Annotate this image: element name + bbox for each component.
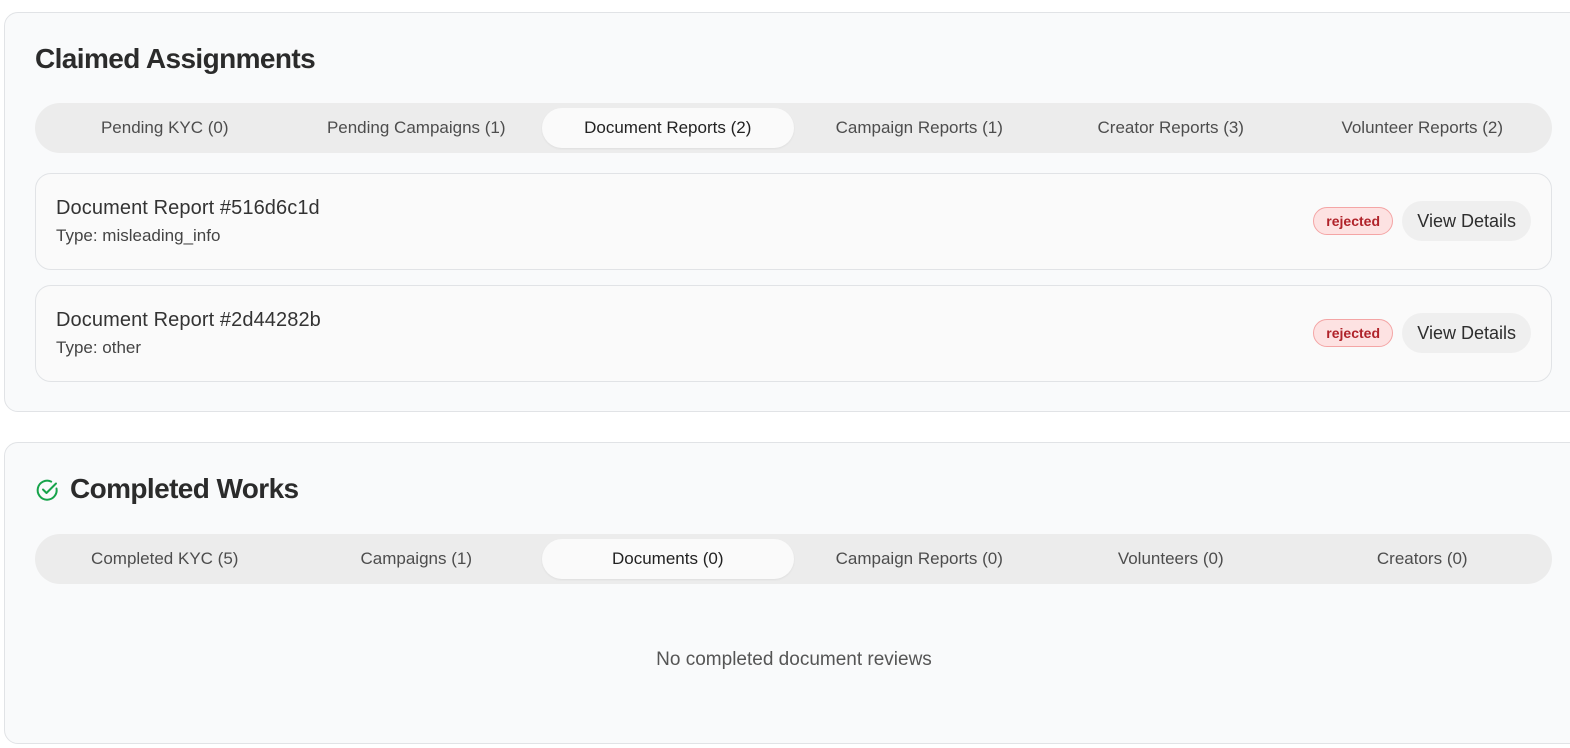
tab-creators[interactable]: Creators (0) bbox=[1297, 539, 1549, 579]
empty-state-message: No completed document reviews bbox=[656, 649, 932, 670]
report-type: Type: other bbox=[56, 338, 142, 357]
tab-completed-kyc[interactable]: Completed KYC (5) bbox=[39, 539, 291, 579]
tab-pending-campaigns[interactable]: Pending Campaigns (1) bbox=[291, 108, 543, 148]
tab-campaigns[interactable]: Campaigns (1) bbox=[291, 539, 543, 579]
tab-document-reports[interactable]: Document Reports (2) bbox=[542, 108, 794, 148]
tab-volunteer-reports[interactable]: Volunteer Reports (2) bbox=[1297, 108, 1549, 148]
tab-pending-kyc[interactable]: Pending KYC (0) bbox=[39, 108, 291, 148]
view-details-button[interactable]: View Details bbox=[1402, 313, 1531, 353]
completed-works-title: Completed Works bbox=[70, 473, 299, 504]
completed-works-heading: Completed Works bbox=[35, 473, 299, 505]
status-badge: rejected bbox=[1313, 319, 1393, 347]
completed-works-card: Completed Works Completed KYC (5) Campai… bbox=[4, 442, 1570, 744]
claimed-assignments-card: Claimed Assignments Pending KYC (0) Pend… bbox=[4, 12, 1570, 412]
tab-campaign-reports[interactable]: Campaign Reports (1) bbox=[794, 108, 1046, 148]
tab-documents[interactable]: Documents (0) bbox=[542, 539, 794, 579]
view-details-button[interactable]: View Details bbox=[1402, 201, 1531, 241]
report-row: Document Report #516d6c1d Type: misleadi… bbox=[35, 173, 1552, 270]
claimed-tabs: Pending KYC (0) Pending Campaigns (1) Do… bbox=[35, 103, 1552, 153]
check-circle-icon bbox=[35, 477, 59, 501]
report-title: Document Report #516d6c1d bbox=[56, 197, 320, 219]
tab-campaign-reports-completed[interactable]: Campaign Reports (0) bbox=[794, 539, 1046, 579]
tab-creator-reports[interactable]: Creator Reports (3) bbox=[1045, 108, 1297, 148]
claimed-assignments-title: Claimed Assignments bbox=[35, 43, 316, 74]
report-title: Document Report #2d44282b bbox=[56, 309, 321, 331]
report-type: Type: misleading_info bbox=[56, 226, 221, 245]
status-badge: rejected bbox=[1313, 207, 1393, 235]
report-row: Document Report #2d44282b Type: other re… bbox=[35, 285, 1552, 382]
tab-volunteers[interactable]: Volunteers (0) bbox=[1045, 539, 1297, 579]
completed-tabs: Completed KYC (5) Campaigns (1) Document… bbox=[35, 534, 1552, 584]
